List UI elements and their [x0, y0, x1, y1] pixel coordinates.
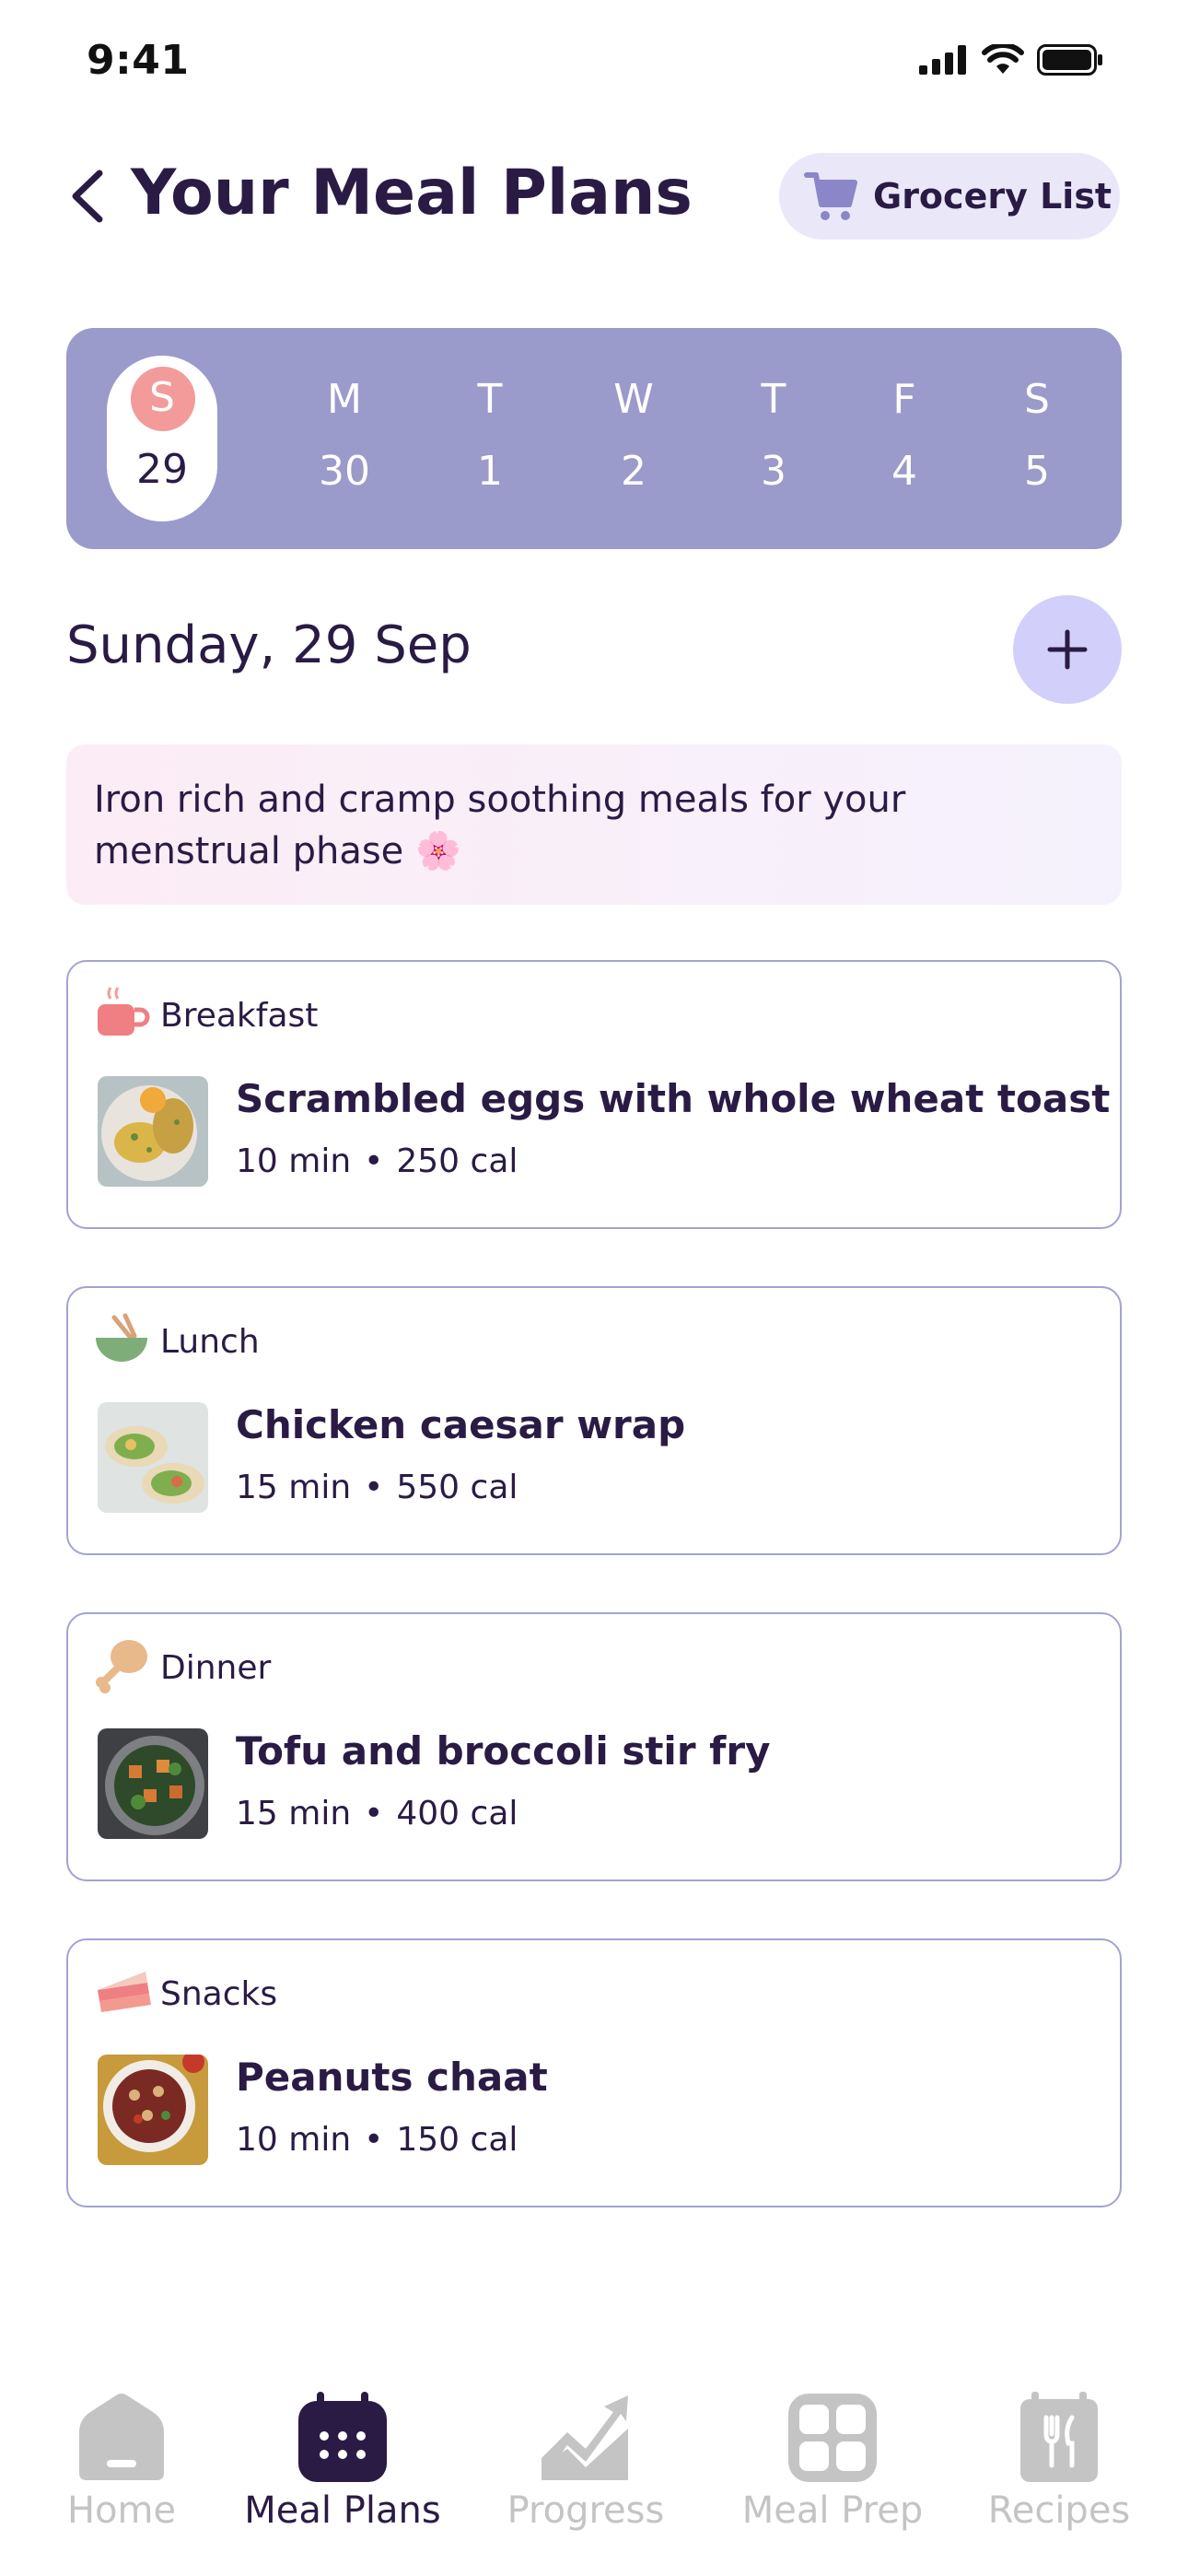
phase-note: Iron rich and cramp soothing meals for y… [66, 744, 1122, 905]
status-bar: 9:41 [0, 0, 1188, 129]
meal-name: Chicken caesar wrap [236, 1402, 686, 1447]
day-number: 1 [477, 448, 503, 495]
day-letter: F [892, 376, 916, 423]
tab-label: Home [66, 2489, 177, 2532]
meal-card-breakfast[interactable]: Breakfast Scrambled eggs with whole whea… [66, 960, 1122, 1229]
meal-category: Breakfast [160, 997, 319, 1035]
grocery-list-label: Grocery List [873, 176, 1112, 217]
cake-slice-icon [98, 1972, 151, 2012]
chart-icon [542, 2395, 628, 2480]
grocery-list-button[interactable]: Grocery List [779, 153, 1120, 240]
signal-icon [919, 45, 966, 75]
page-title: Your Meal Plans [131, 157, 693, 229]
meal-category: Dinner [160, 1649, 272, 1687]
tab-label: Recipes [987, 2489, 1131, 2532]
tab-label: Meal Plans [244, 2489, 441, 2532]
chevron-left-icon [72, 170, 103, 223]
meal-time: 15 min [236, 1469, 352, 1506]
day-sunday-29[interactable]: S 29 [107, 328, 217, 549]
selected-date-heading: Sunday, 29 Sep [66, 615, 472, 675]
meal-card-dinner[interactable]: Dinner Tofu and broccoli stir fry 15 min… [66, 1612, 1122, 1881]
meal-calories: 250 cal [396, 1142, 518, 1180]
day-number: 29 [136, 446, 188, 493]
day-monday-30[interactable]: M 30 [289, 328, 400, 549]
calendar-icon [298, 2392, 387, 2482]
day-letter: T [477, 376, 503, 423]
meal-calories: 400 cal [396, 1795, 518, 1832]
meal-category: Lunch [160, 1323, 260, 1361]
day-number: 2 [621, 448, 646, 495]
tab-progress[interactable]: Progress [484, 2392, 687, 2558]
day-number: 30 [319, 448, 370, 495]
meal-thumbnail [98, 1728, 208, 1839]
tab-label: Progress [507, 2489, 665, 2532]
day-letter: S [1024, 376, 1050, 423]
day-number: 4 [891, 448, 917, 495]
day-letter: M [327, 376, 362, 423]
mug-icon [98, 987, 150, 1036]
wifi-icon [982, 44, 1024, 74]
day-number: 5 [1024, 448, 1050, 495]
recipe-book-icon [1020, 2392, 1098, 2482]
bowl-icon [96, 1313, 147, 1362]
meal-time: 10 min [236, 2121, 352, 2159]
meal-calories: 550 cal [396, 1469, 518, 1506]
tab-meal-plans[interactable]: Meal Plans [241, 2392, 444, 2558]
meal-thumbnail [98, 1076, 208, 1187]
add-meal-button[interactable] [1013, 595, 1122, 704]
drumstick-icon [96, 1640, 147, 1693]
day-wednesday-2[interactable]: W 2 [578, 328, 689, 549]
meal-name: Peanuts chaat [236, 2055, 548, 2100]
day-saturday-5[interactable]: S 5 [982, 328, 1092, 549]
meal-calories: 150 cal [396, 2121, 518, 2159]
battery-icon [1037, 44, 1102, 76]
meal-category: Snacks [160, 1975, 278, 2013]
meal-card-snacks[interactable]: Snacks Peanuts chaat 10 min • 150 cal [66, 1938, 1122, 2207]
meal-time: 15 min [236, 1795, 352, 1832]
day-letter: T [761, 376, 786, 423]
meal-meta: 10 min • 150 cal [236, 2121, 518, 2159]
home-icon [79, 2394, 164, 2480]
meal-thumbnail [98, 1402, 208, 1513]
status-time: 9:41 [87, 37, 190, 84]
shopping-cart-icon [804, 172, 857, 220]
meal-thumbnail [98, 2055, 208, 2165]
day-letter: W [613, 376, 654, 423]
tab-home[interactable]: Home [20, 2392, 223, 2558]
meal-meta: 15 min • 400 cal [236, 1795, 518, 1832]
day-number: 3 [761, 448, 786, 495]
back-button[interactable] [59, 164, 114, 228]
tab-label: Meal Prep [741, 2489, 924, 2532]
day-friday-4[interactable]: F 4 [849, 328, 960, 549]
tab-recipes[interactable]: Recipes [958, 2392, 1160, 2558]
meal-name: Tofu and broccoli stir fry [236, 1728, 771, 1774]
day-letter: S [149, 374, 175, 421]
week-selector: S 29 M 30 T 1 W 2 T 3 F 4 S 5 [66, 328, 1122, 549]
tab-meal-prep[interactable]: Meal Prep [731, 2392, 934, 2558]
meal-meta: 10 min • 250 cal [236, 1142, 518, 1180]
meal-card-lunch[interactable]: Lunch Chicken caesar wrap 15 min • 550 cal [66, 1286, 1122, 1555]
bottom-tab-bar: Home Meal Plans Progress Meal Prep Recip… [0, 2359, 1188, 2576]
grid-icon [788, 2394, 877, 2482]
day-thursday-3[interactable]: T 3 [718, 328, 829, 549]
meal-name: Scrambled eggs with whole wheat toast [236, 1076, 1111, 1121]
meal-time: 10 min [236, 1142, 352, 1180]
meal-meta: 15 min • 550 cal [236, 1469, 518, 1506]
day-tuesday-1[interactable]: T 1 [435, 328, 545, 549]
status-icons [919, 44, 1103, 76]
plus-icon [1047, 629, 1088, 670]
header: Your Meal Plans Grocery List [0, 147, 1188, 249]
